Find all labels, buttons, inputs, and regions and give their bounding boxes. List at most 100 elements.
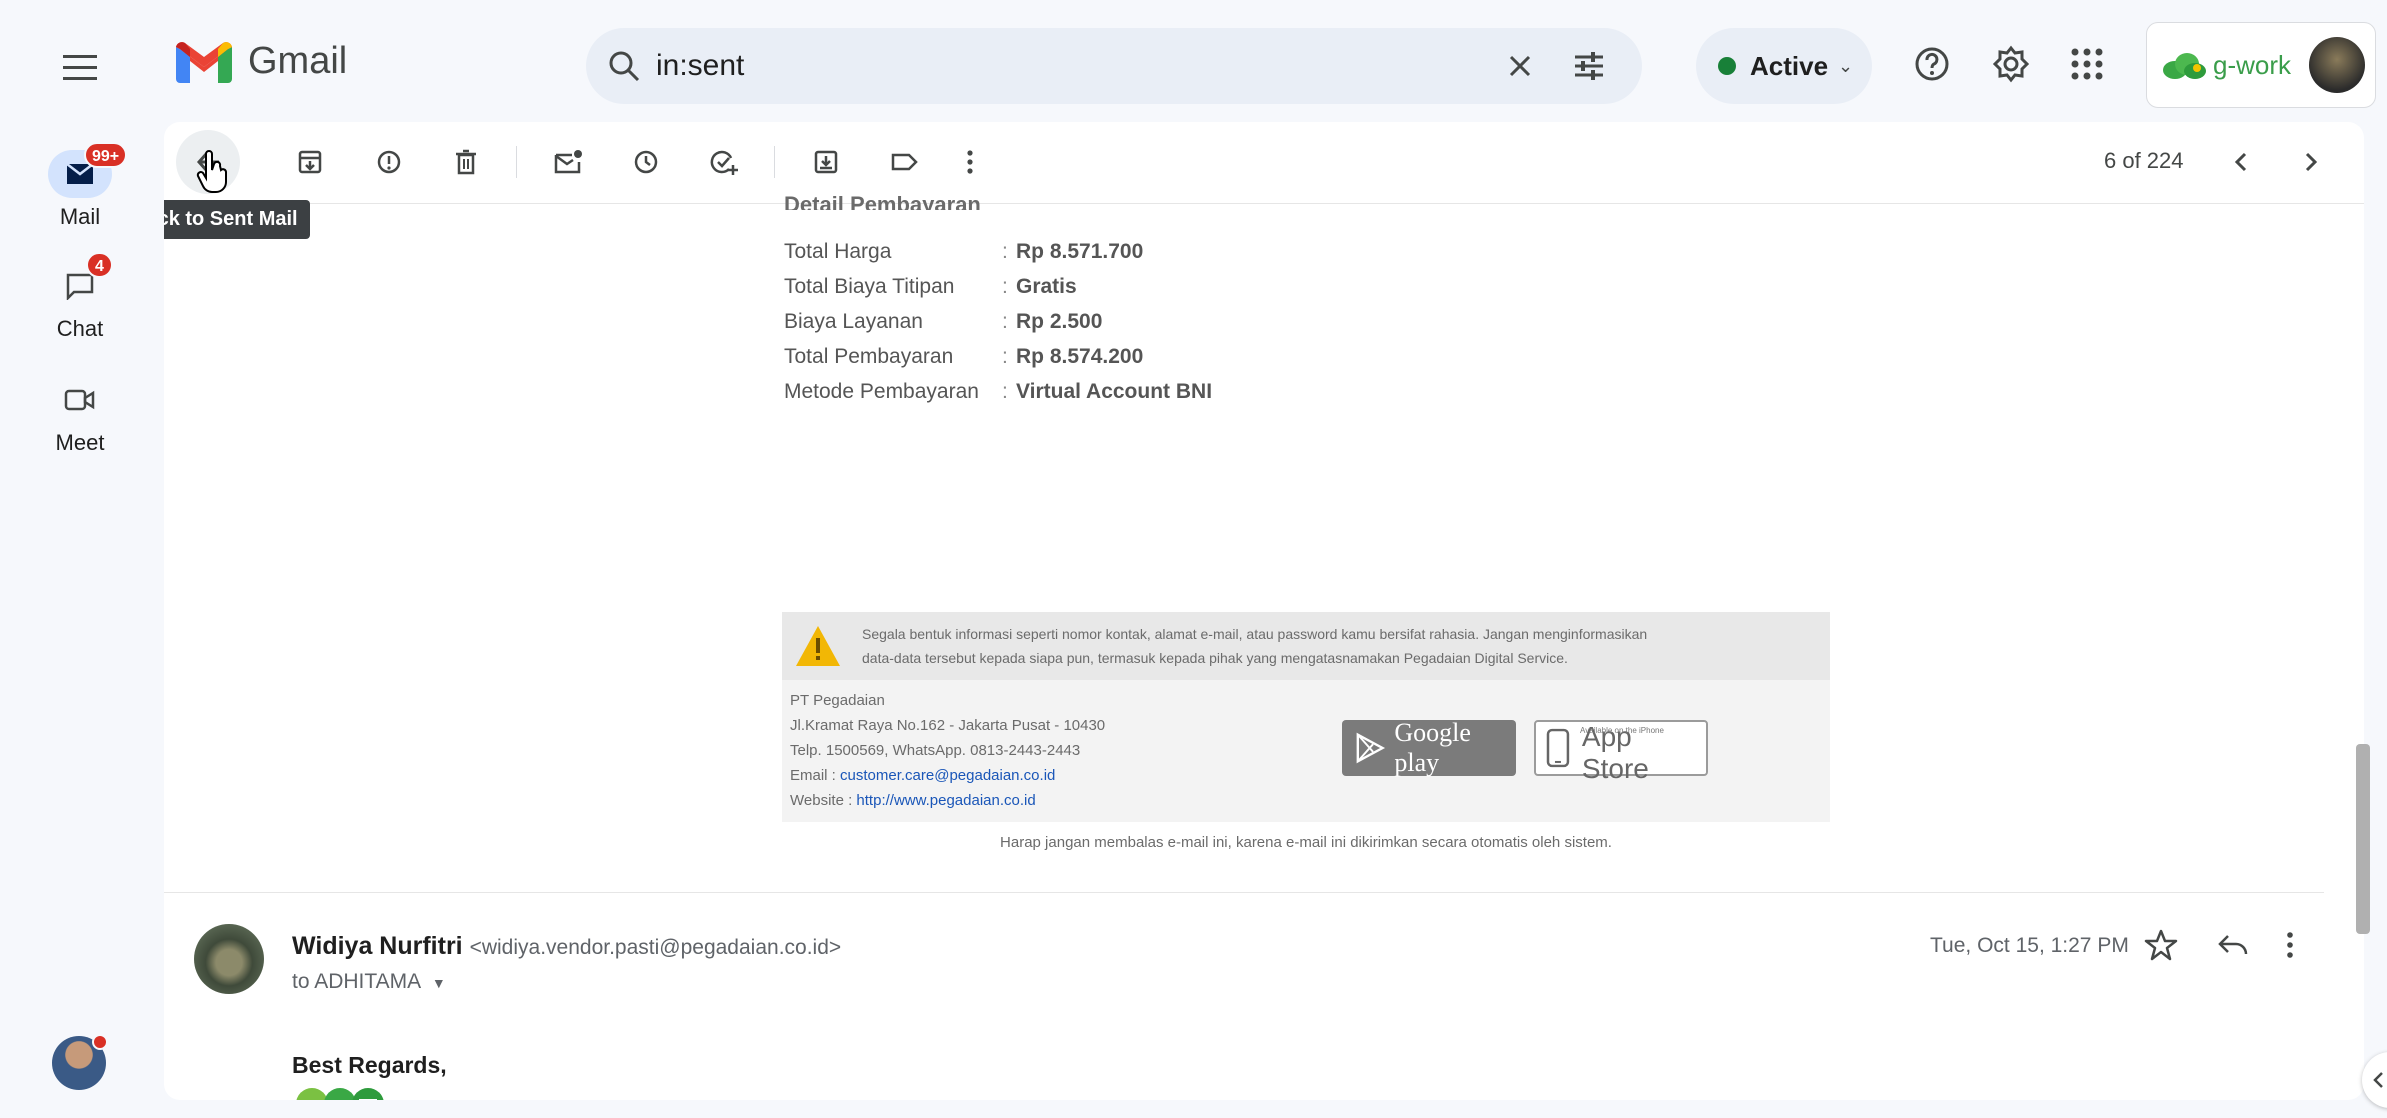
sender-avatar[interactable]: [194, 924, 264, 994]
message-divider: [164, 892, 2324, 893]
warning-icon: [796, 626, 840, 666]
app-store-small-text: Available on the iPhone: [1580, 726, 1664, 735]
apps-grid-icon[interactable]: [2067, 44, 2107, 84]
message-panel: 6 of 224 Detail Pembayaran Total Harga: R…: [164, 122, 2364, 1100]
older-button[interactable]: [2292, 144, 2328, 180]
account-switcher[interactable]: g-work: [2146, 22, 2376, 108]
gmail-logo[interactable]: Gmail: [176, 40, 347, 83]
snooze-button[interactable]: [626, 142, 666, 182]
message-date: Tue, Oct 15, 1:27 PM: [1930, 934, 2129, 957]
sender-line: Widiya Nurfitri <widiya.vendor.pasti@peg…: [292, 932, 841, 961]
trash-icon: [456, 149, 476, 175]
archive-button[interactable]: [290, 142, 330, 182]
rail-meet[interactable]: Meet: [40, 376, 120, 456]
website-link[interactable]: http://www.pegadaian.co.id: [856, 792, 1035, 809]
chat-badge: 4: [86, 252, 113, 278]
rail-chat[interactable]: 4 Chat: [40, 252, 120, 342]
payment-row: Biaya Layanan: Rp 2.500: [784, 310, 1212, 345]
payment-label: Total Biaya Titipan: [784, 275, 955, 298]
company-name: PT Pegadaian: [790, 692, 885, 709]
signature-regards: Best Regards,: [292, 1052, 447, 1078]
message-more-button[interactable]: [2284, 928, 2296, 962]
more-options-button[interactable]: [950, 142, 990, 182]
payment-value: Rp 2.500: [1016, 310, 1103, 333]
clear-search-icon[interactable]: [1502, 48, 1538, 84]
payment-colon: :: [1002, 275, 1008, 298]
mark-unread-button[interactable]: [548, 142, 588, 182]
label-icon: [891, 153, 918, 171]
chat-icon: [66, 273, 94, 300]
payment-colon: :: [1002, 310, 1008, 333]
chat-icon-wrap: 4: [48, 252, 113, 310]
mark-unread-icon: [554, 150, 582, 174]
profile-notification-dot: [92, 1034, 108, 1050]
account-avatar[interactable]: [2309, 37, 2365, 93]
payment-value: Virtual Account BNI: [1016, 380, 1213, 403]
star-button[interactable]: [2144, 928, 2178, 962]
newer-button[interactable]: [2224, 144, 2260, 180]
noreply-notice: Harap jangan membalas e-mail ini, karena…: [1000, 834, 1612, 851]
payment-value: Rp 8.571.700: [1016, 240, 1144, 263]
chevron-right-icon: [2305, 152, 2318, 172]
email-footer: Segala bentuk informasi seperti nomor ko…: [782, 612, 1830, 851]
back-tooltip: Back to Sent Mail: [164, 200, 310, 239]
mail-badge: 99+: [84, 142, 128, 168]
search-bar[interactable]: [586, 28, 1642, 104]
report-spam-icon: [377, 150, 401, 174]
play-store-icon: [1356, 732, 1386, 764]
iphone-icon: [1546, 728, 1570, 768]
sender-name[interactable]: Widiya Nurfitri: [292, 932, 463, 960]
chevron-left-icon: [2234, 152, 2247, 172]
search-options-icon[interactable]: [1571, 48, 1607, 84]
clock-icon: [634, 150, 658, 174]
delete-button[interactable]: [446, 142, 486, 182]
rail-chat-label: Chat: [56, 316, 104, 341]
toolbar-divider: [774, 146, 775, 178]
company-email-row: Email : customer.care@pegadaian.co.id: [790, 763, 1105, 788]
payment-label: Metode Pembayaran: [784, 380, 979, 403]
payment-colon: :: [1002, 380, 1008, 403]
payment-row: Metode Pembayaran: Virtual Account BNI: [784, 380, 1212, 415]
video-camera-icon: [64, 389, 95, 411]
help-icon[interactable]: [1912, 44, 1952, 84]
payment-colon: :: [1002, 240, 1008, 263]
company-phone: Telp. 1500569, WhatsApp. 0813-2443-2443: [790, 742, 1081, 759]
rail-mail[interactable]: 99+ Mail: [40, 142, 128, 230]
add-task-icon: [710, 150, 738, 175]
website-label: Website :: [790, 792, 857, 809]
email-label: Email :: [790, 767, 841, 784]
hand-cursor-icon: [196, 150, 227, 193]
labels-button[interactable]: [884, 142, 924, 182]
google-play-badge[interactable]: Google play: [1342, 718, 1516, 777]
star-icon: [2144, 929, 2178, 961]
more-vert-icon: [967, 150, 973, 174]
add-task-button[interactable]: [704, 142, 744, 182]
toolbar-divider: [516, 146, 517, 178]
app-store-badge[interactable]: Available on the iPhone App Store: [1534, 720, 1708, 784]
search-input[interactable]: [656, 46, 1456, 86]
caret-down-icon: ▼: [431, 975, 446, 991]
user-profile-avatar[interactable]: [52, 1034, 108, 1090]
support-email-link[interactable]: customer.care@pegadaian.co.id: [840, 767, 1055, 784]
move-to-button[interactable]: [806, 142, 846, 182]
status-label: Active: [1750, 50, 1829, 81]
payment-label: Total Harga: [784, 240, 892, 263]
chevron-left-icon: [2373, 1072, 2383, 1088]
rail-meet-label: Meet: [55, 430, 105, 455]
recipients-text: to ADHITAMA: [292, 970, 420, 993]
report-spam-button[interactable]: [369, 142, 409, 182]
status-selector[interactable]: Active ⌄: [1696, 28, 1872, 104]
top-bar: Gmail Active ⌄ g-work: [0, 0, 2387, 130]
recipients-toggle[interactable]: to ADHITAMA ▼: [292, 970, 446, 994]
rail-mail-label: Mail: [59, 204, 101, 229]
payment-value: Gratis: [1016, 275, 1077, 298]
search-icon[interactable]: [606, 48, 642, 84]
vertical-scrollbar[interactable]: [2356, 744, 2370, 934]
signature-logo: [296, 1088, 384, 1100]
side-panel-toggle[interactable]: [2362, 1052, 2387, 1108]
payment-label: Biaya Layanan: [784, 310, 923, 333]
gear-icon[interactable]: [1991, 44, 2031, 84]
app-name: Gmail: [248, 40, 348, 82]
reply-button[interactable]: [2216, 928, 2250, 962]
main-menu-button[interactable]: [56, 44, 104, 92]
